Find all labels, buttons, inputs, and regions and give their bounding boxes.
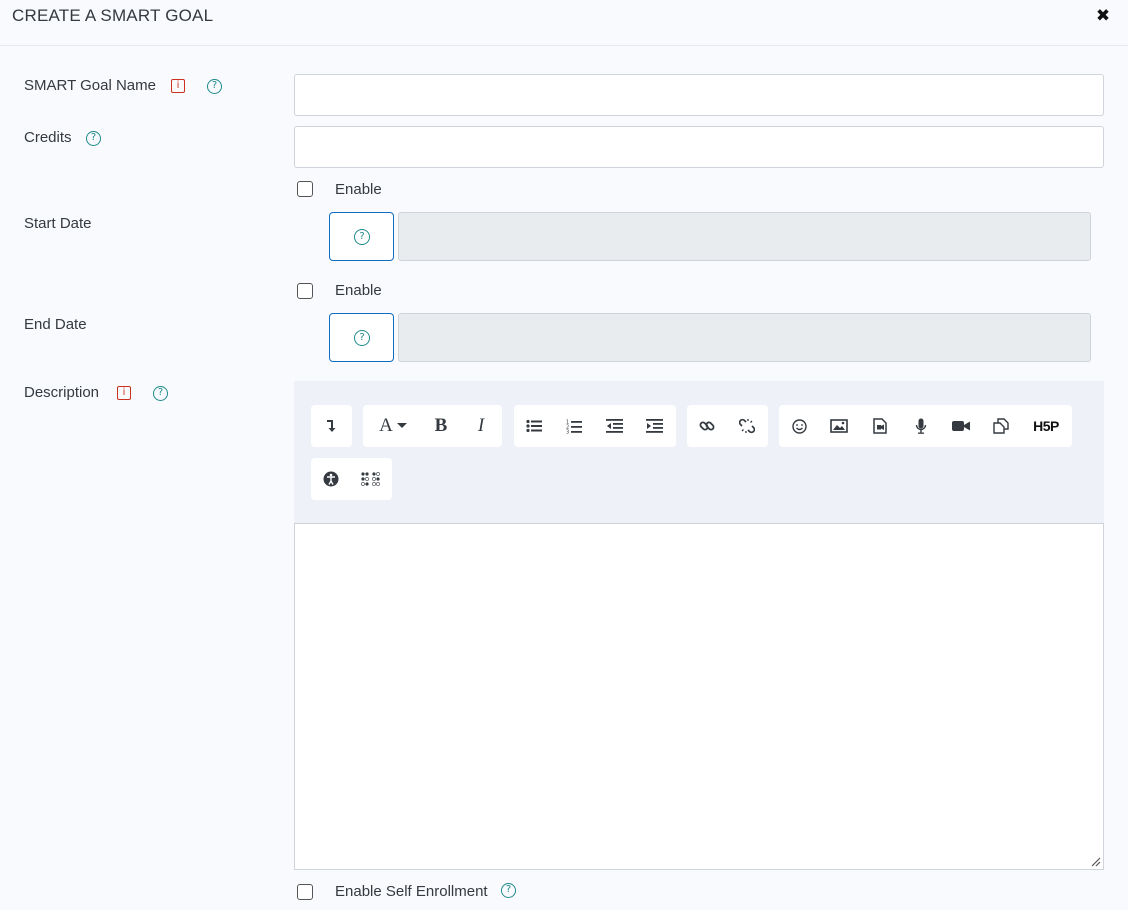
close-icon[interactable]: ✖: [1094, 7, 1112, 25]
italic-button[interactable]: I: [461, 405, 501, 447]
braille-icon: [361, 472, 380, 486]
image-icon: [830, 419, 848, 433]
collapse-button[interactable]: [311, 405, 351, 447]
ordered-list-button[interactable]: 1 2 3: [554, 405, 594, 447]
self-enrollment-label: Enable Self Enrollment: [335, 883, 488, 900]
toolbar-group-links: [687, 405, 768, 447]
help-icon[interactable]: ?: [86, 131, 101, 146]
editor-toolbar: A B I 1 2 3 H5P: [294, 381, 1104, 524]
image-button[interactable]: [819, 405, 859, 447]
indent-icon: [645, 419, 663, 433]
required-icon: i: [171, 79, 185, 93]
link-icon: [699, 421, 715, 431]
start-date-calendar-button[interactable]: ?: [329, 212, 394, 261]
help-icon[interactable]: ?: [207, 79, 222, 94]
help-icon[interactable]: ?: [153, 386, 168, 401]
manage-files-icon: [993, 418, 1009, 434]
goal-name-input[interactable]: [294, 74, 1104, 116]
video-camera-icon: [952, 421, 970, 431]
start-date-enable-label: Enable: [335, 181, 382, 198]
ordered-list-icon: 1 2 3: [566, 419, 582, 434]
help-icon: ?: [354, 229, 370, 245]
start-date-enable-checkbox[interactable]: [297, 181, 313, 197]
toolbar-group-collapse: [311, 405, 352, 447]
resize-grip-icon: [1091, 857, 1101, 867]
goal-name-label: SMART Goal Name: [24, 77, 156, 94]
svg-text:3: 3: [566, 429, 569, 434]
start-date-label: Start Date: [24, 215, 92, 232]
help-icon[interactable]: ?: [501, 883, 516, 898]
emoji-button[interactable]: [779, 405, 819, 447]
toolbar-group-accessibility: [311, 458, 392, 500]
font-color-icon: A: [379, 415, 393, 436]
bold-button[interactable]: B: [421, 405, 461, 447]
record-audio-button[interactable]: [901, 405, 941, 447]
h5p-icon: H5P: [1033, 418, 1059, 434]
credits-label: Credits: [24, 129, 72, 146]
record-video-button[interactable]: [941, 405, 981, 447]
end-date-enable-label: Enable: [335, 282, 382, 299]
required-icon: i: [117, 386, 131, 400]
microphone-icon: [915, 418, 927, 434]
font-color-button[interactable]: A: [367, 405, 419, 447]
help-icon: ?: [354, 330, 370, 346]
modal-title: CREATE A SMART GOAL: [12, 6, 214, 25]
unlink-button[interactable]: [727, 405, 767, 447]
link-button[interactable]: [687, 405, 727, 447]
manage-files-button[interactable]: [981, 405, 1021, 447]
end-date-label: End Date: [24, 316, 87, 333]
unlink-icon: [739, 418, 755, 434]
emoji-icon: [791, 418, 807, 434]
end-date-field: [398, 313, 1091, 362]
toolbar-group-style: A B I: [363, 405, 502, 447]
toolbar-group-lists: 1 2 3: [514, 405, 676, 447]
bold-icon: B: [434, 415, 448, 436]
toolbar-group-media: H5P: [779, 405, 1072, 447]
description-label: Description: [24, 384, 100, 401]
italic-icon: I: [477, 415, 485, 436]
credits-input[interactable]: [294, 126, 1104, 168]
media-file-icon: [873, 418, 887, 434]
self-enrollment-checkbox[interactable]: [297, 884, 313, 900]
end-date-enable-checkbox[interactable]: [297, 283, 313, 299]
indent-button[interactable]: [634, 405, 674, 447]
outdent-button[interactable]: [594, 405, 634, 447]
end-date-calendar-button[interactable]: ?: [329, 313, 394, 362]
start-date-field: [398, 212, 1091, 261]
accessibility-icon: [323, 471, 339, 487]
media-button[interactable]: [860, 405, 900, 447]
accessibility-checker-button[interactable]: [311, 458, 351, 500]
outdent-icon: [605, 419, 623, 433]
modal-header: CREATE A SMART GOAL ✖: [0, 0, 1128, 46]
h5p-button[interactable]: H5P: [1023, 405, 1069, 447]
chevron-down-icon: [396, 423, 407, 428]
screenreader-helper-button[interactable]: [351, 458, 391, 500]
collapse-arrow-icon: [327, 420, 336, 432]
unordered-list-icon: [526, 419, 542, 433]
unordered-list-button[interactable]: [514, 405, 554, 447]
description-editor[interactable]: [294, 523, 1104, 870]
